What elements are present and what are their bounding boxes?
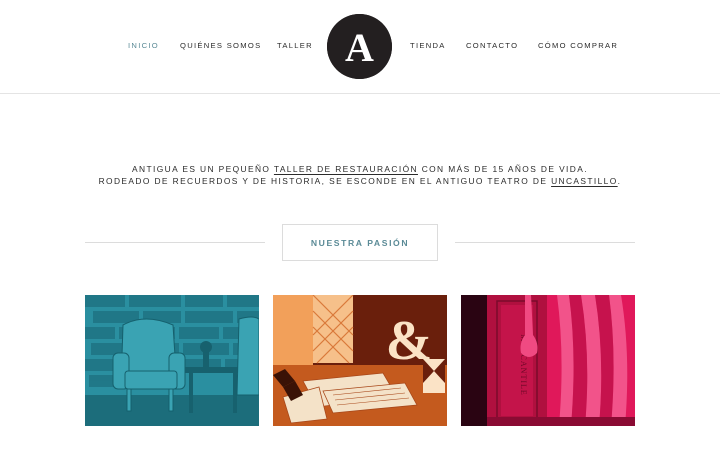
intro-text: ANTIGUA ES UN PEQUEÑO TALLER DE RESTAURA… <box>0 163 720 187</box>
intro-text-2b: . <box>617 176 622 186</box>
link-uncastillo[interactable]: UNCASTILLO <box>551 176 618 186</box>
logo-letter: A <box>345 25 374 70</box>
divider-right <box>455 242 635 243</box>
nav-quienes-somos[interactable]: QUIÉNES SOMOS <box>180 41 261 51</box>
nav-inicio[interactable]: INICIO <box>128 41 159 51</box>
armchair-photo-icon <box>85 295 259 426</box>
nav-tienda[interactable]: TIENDA <box>410 41 446 51</box>
intro-line-2: RODEADO DE RECUERDOS Y DE HISTORIA, SE E… <box>0 175 720 187</box>
site-header: INICIO QUIÉNES SOMOS TALLER A TIENDA CON… <box>0 0 720 94</box>
nav-como-comprar[interactable]: CÓMO COMPRAR <box>538 41 618 51</box>
intro-line-1: ANTIGUA ES UN PEQUEÑO TALLER DE RESTAURA… <box>0 163 720 175</box>
divider-left <box>85 242 265 243</box>
section-heading-box: NUESTRA PASIÓN <box>282 224 438 261</box>
nav-contacto[interactable]: CONTACTO <box>466 41 518 51</box>
logo-a-icon: A <box>327 14 392 79</box>
intro-text-2a: RODEADO DE RECUERDOS Y DE HISTORIA, SE E… <box>98 176 552 186</box>
ampersand-photo-icon: & <box>273 295 447 426</box>
section-title: NUESTRA PASIÓN <box>310 237 410 248</box>
intro-text-1b: CON MÁS DE 15 AÑOS DE VIDA. <box>417 164 588 174</box>
link-taller-restauracion[interactable]: TALLER DE RESTAURACIÓN <box>274 164 418 174</box>
logo-home-link[interactable]: A <box>327 14 392 79</box>
curtain-photo-icon: MERCANTILE <box>461 295 635 426</box>
intro-text-1a: ANTIGUA ES UN PEQUEÑO <box>132 164 274 174</box>
gallery-tile-armchair[interactable] <box>85 295 259 426</box>
ampersand-glyph: & <box>386 310 433 372</box>
gallery-tile-curtain[interactable]: MERCANTILE <box>461 295 635 426</box>
gallery-tile-ampersand[interactable]: & <box>273 295 447 426</box>
nav-taller[interactable]: TALLER <box>277 41 313 51</box>
